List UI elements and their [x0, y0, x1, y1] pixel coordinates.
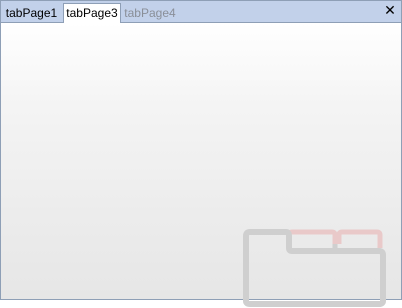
tab-tabpage1[interactable]: tabPage1 [3, 4, 60, 22]
tab-tabpage4: tabPage4 [124, 6, 176, 20]
tab-control: tabPage1 tabPage3 tabPage4 ✕ [0, 0, 402, 307]
tab-strip: tabPage1 tabPage3 tabPage4 ✕ [1, 1, 401, 23]
tab-page-content [1, 22, 401, 307]
tab-folders-icon [243, 229, 386, 307]
close-icon[interactable]: ✕ [383, 3, 397, 19]
tab-tabpage3[interactable]: tabPage3 [63, 3, 121, 23]
